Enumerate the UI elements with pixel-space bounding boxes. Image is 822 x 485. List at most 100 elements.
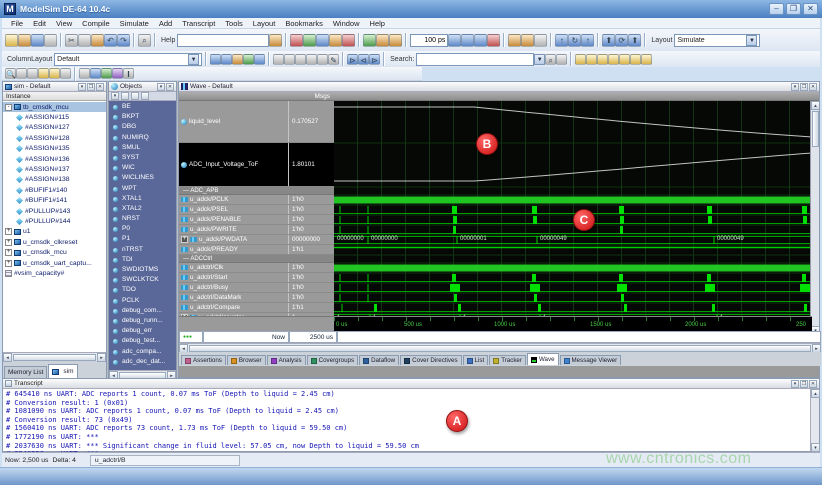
paste-icon[interactable] xyxy=(91,34,104,47)
menu-item[interactable]: Compile xyxy=(77,19,115,28)
menu-item[interactable]: File xyxy=(6,19,28,28)
objects-list-item[interactable]: SMUL xyxy=(109,144,176,154)
objects-list-item[interactable]: WPT xyxy=(109,185,176,195)
continue-run-icon[interactable] xyxy=(461,34,474,47)
find-icon[interactable]: ⌕ xyxy=(138,34,151,47)
tree-item[interactable]: #BUFIF1#141 xyxy=(3,196,106,206)
scroll-down-icon[interactable]: ▾ xyxy=(811,443,820,452)
chevron-down-icon[interactable]: ▼ xyxy=(746,35,757,46)
menu-item[interactable]: View xyxy=(51,19,77,28)
up-level-icon[interactable]: ⬆ xyxy=(602,34,615,47)
step-up-icon[interactable]: ↑ xyxy=(581,34,594,47)
wave-panel-header[interactable]: Wave - Default ▾ ❐ ✕ xyxy=(179,82,819,92)
menu-item[interactable]: Transcript xyxy=(177,19,220,28)
prev-transition-icon[interactable]: ⊳ xyxy=(347,54,358,65)
scroll-right-icon[interactable]: ▸ xyxy=(97,353,106,362)
cut-icon[interactable]: ✂ xyxy=(65,34,78,47)
scroll-thumb[interactable] xyxy=(189,345,811,352)
compile-icon[interactable] xyxy=(290,34,303,47)
objects-list-item[interactable]: XTAL1 xyxy=(109,195,176,205)
tree-item[interactable]: #ASSIGN#138 xyxy=(3,175,106,185)
wave-expand-icon[interactable]: 𝐈 xyxy=(123,68,134,79)
pencil-icon[interactable]: ✎ xyxy=(328,54,339,65)
wave-signal-row[interactable]: u_adck/PCLK1'h0 xyxy=(179,195,334,205)
tree-item[interactable]: #ASSIGN#135 xyxy=(3,144,106,154)
wave-signal-row[interactable]: u_adck/PREADY1'h1 xyxy=(179,245,334,255)
tab-browser[interactable]: Browser xyxy=(227,355,266,365)
close-panel-icon[interactable]: ✕ xyxy=(166,83,174,91)
tree-item[interactable]: -tb_cmsdk_mcu xyxy=(3,102,106,112)
wave-cursor-add-icon[interactable] xyxy=(79,68,90,79)
expand-icon[interactable]: + xyxy=(5,239,12,246)
environment-back-icon[interactable] xyxy=(389,34,402,47)
tree-item[interactable]: +u_cmsdk_mcu xyxy=(3,247,106,257)
close-panel-icon[interactable]: ✕ xyxy=(96,83,104,91)
objects-list-item[interactable]: DBG xyxy=(109,123,176,133)
search-regexp-icon[interactable] xyxy=(556,54,567,65)
cursor-mode-icon[interactable] xyxy=(273,54,284,65)
objects-list-item[interactable]: SWDIOTMS xyxy=(109,266,176,276)
tab-cover-directives[interactable]: Cover Directives xyxy=(400,355,461,365)
break-sim-icon[interactable] xyxy=(487,34,500,47)
down-level-icon[interactable]: ⬆ xyxy=(628,34,641,47)
dock-icon[interactable]: ▾ xyxy=(78,83,86,91)
title-bar[interactable]: M ModelSim DE-64 10.4c – ❐ ✕ xyxy=(0,0,822,18)
run-length-input[interactable] xyxy=(410,34,448,47)
close-button[interactable]: ✕ xyxy=(803,3,818,15)
tree-item[interactable]: #ASSIGN#115 xyxy=(3,112,106,122)
cursor-toolbox[interactable]: ●●● xyxy=(179,331,203,343)
layout-select[interactable]: Simulate ▼ xyxy=(674,34,760,47)
simulate-icon[interactable] xyxy=(316,34,329,47)
tab-wave[interactable]: Wave xyxy=(527,353,559,365)
wave-filter-icon[interactable] xyxy=(112,68,123,79)
wave-signal-row[interactable]: liquid_level 0.170527 xyxy=(179,101,334,143)
menu-item[interactable]: Bookmarks xyxy=(280,19,328,28)
help-go-icon[interactable] xyxy=(269,34,282,47)
break-icon[interactable] xyxy=(329,34,342,47)
copy-icon[interactable] xyxy=(78,34,91,47)
tab-sim[interactable]: sim xyxy=(48,364,77,378)
sort-ascending-icon[interactable] xyxy=(575,54,586,65)
environment-up-icon[interactable] xyxy=(376,34,389,47)
next-transition-icon[interactable]: ⊳ xyxy=(369,54,380,65)
objects-list-item[interactable]: SWCLKTCK xyxy=(109,276,176,286)
tree-item[interactable]: #ASSIGN#128 xyxy=(3,133,106,143)
wave-column-header[interactable]: Msgs xyxy=(179,92,819,101)
wave-cursor-lock-icon[interactable] xyxy=(90,68,101,79)
step-next-icon[interactable]: ↻ xyxy=(568,34,581,47)
objects-panel-header[interactable]: Objects ▾ ✕ xyxy=(109,82,176,92)
expand-icon[interactable]: + xyxy=(5,249,12,256)
expand-all-icon[interactable] xyxy=(619,54,630,65)
objects-list-item[interactable]: adc_compa... xyxy=(109,348,176,358)
menu-item[interactable]: Simulate xyxy=(115,19,154,28)
wave-group-divider[interactable]: ADCCtrl xyxy=(179,255,334,263)
float-icon[interactable]: ❐ xyxy=(800,83,808,91)
tree-item[interactable]: #ASSIGN#136 xyxy=(3,154,106,164)
objects-list-item[interactable]: PCLK xyxy=(109,297,176,307)
step-out-icon[interactable] xyxy=(534,34,547,47)
menu-item[interactable]: Layout xyxy=(248,19,281,28)
save-icon[interactable] xyxy=(31,34,44,47)
zoom-cursor-icon[interactable] xyxy=(49,68,60,79)
filter-edit-icon[interactable] xyxy=(141,92,149,100)
tree-item[interactable]: #vsim_capacity# xyxy=(3,268,106,278)
sort-descending-icon[interactable] xyxy=(586,54,597,65)
expand-icon[interactable]: + xyxy=(181,236,188,243)
add-list-icon[interactable] xyxy=(243,54,254,65)
insert-cursor-icon[interactable] xyxy=(317,54,328,65)
float-icon[interactable]: ❐ xyxy=(800,380,808,388)
menu-item[interactable]: Window xyxy=(328,19,365,28)
expand-icon[interactable]: + xyxy=(5,228,12,235)
wave-signal-row[interactable]: u_adctrl/Busy1'h0 xyxy=(179,283,334,293)
objects-list-item[interactable]: P1 xyxy=(109,235,176,245)
wave-horizontal-scrollbar[interactable]: ◂ ▸ xyxy=(179,343,821,352)
objects-list-item[interactable]: adc_dec_dat... xyxy=(109,358,176,368)
find-transition-icon[interactable]: ⊲ xyxy=(358,54,369,65)
scroll-up-icon[interactable]: ▴ xyxy=(811,101,819,110)
instance-column-header[interactable]: Instance xyxy=(3,92,106,101)
tab-tracker[interactable]: Tracker xyxy=(489,355,526,365)
objects-list-item[interactable]: debug_com... xyxy=(109,307,176,317)
search-options-icon[interactable]: ⌕ xyxy=(545,54,556,65)
search-dropdown-icon[interactable]: ▼ xyxy=(534,54,545,65)
scroll-up-icon[interactable]: ▴ xyxy=(811,389,820,398)
